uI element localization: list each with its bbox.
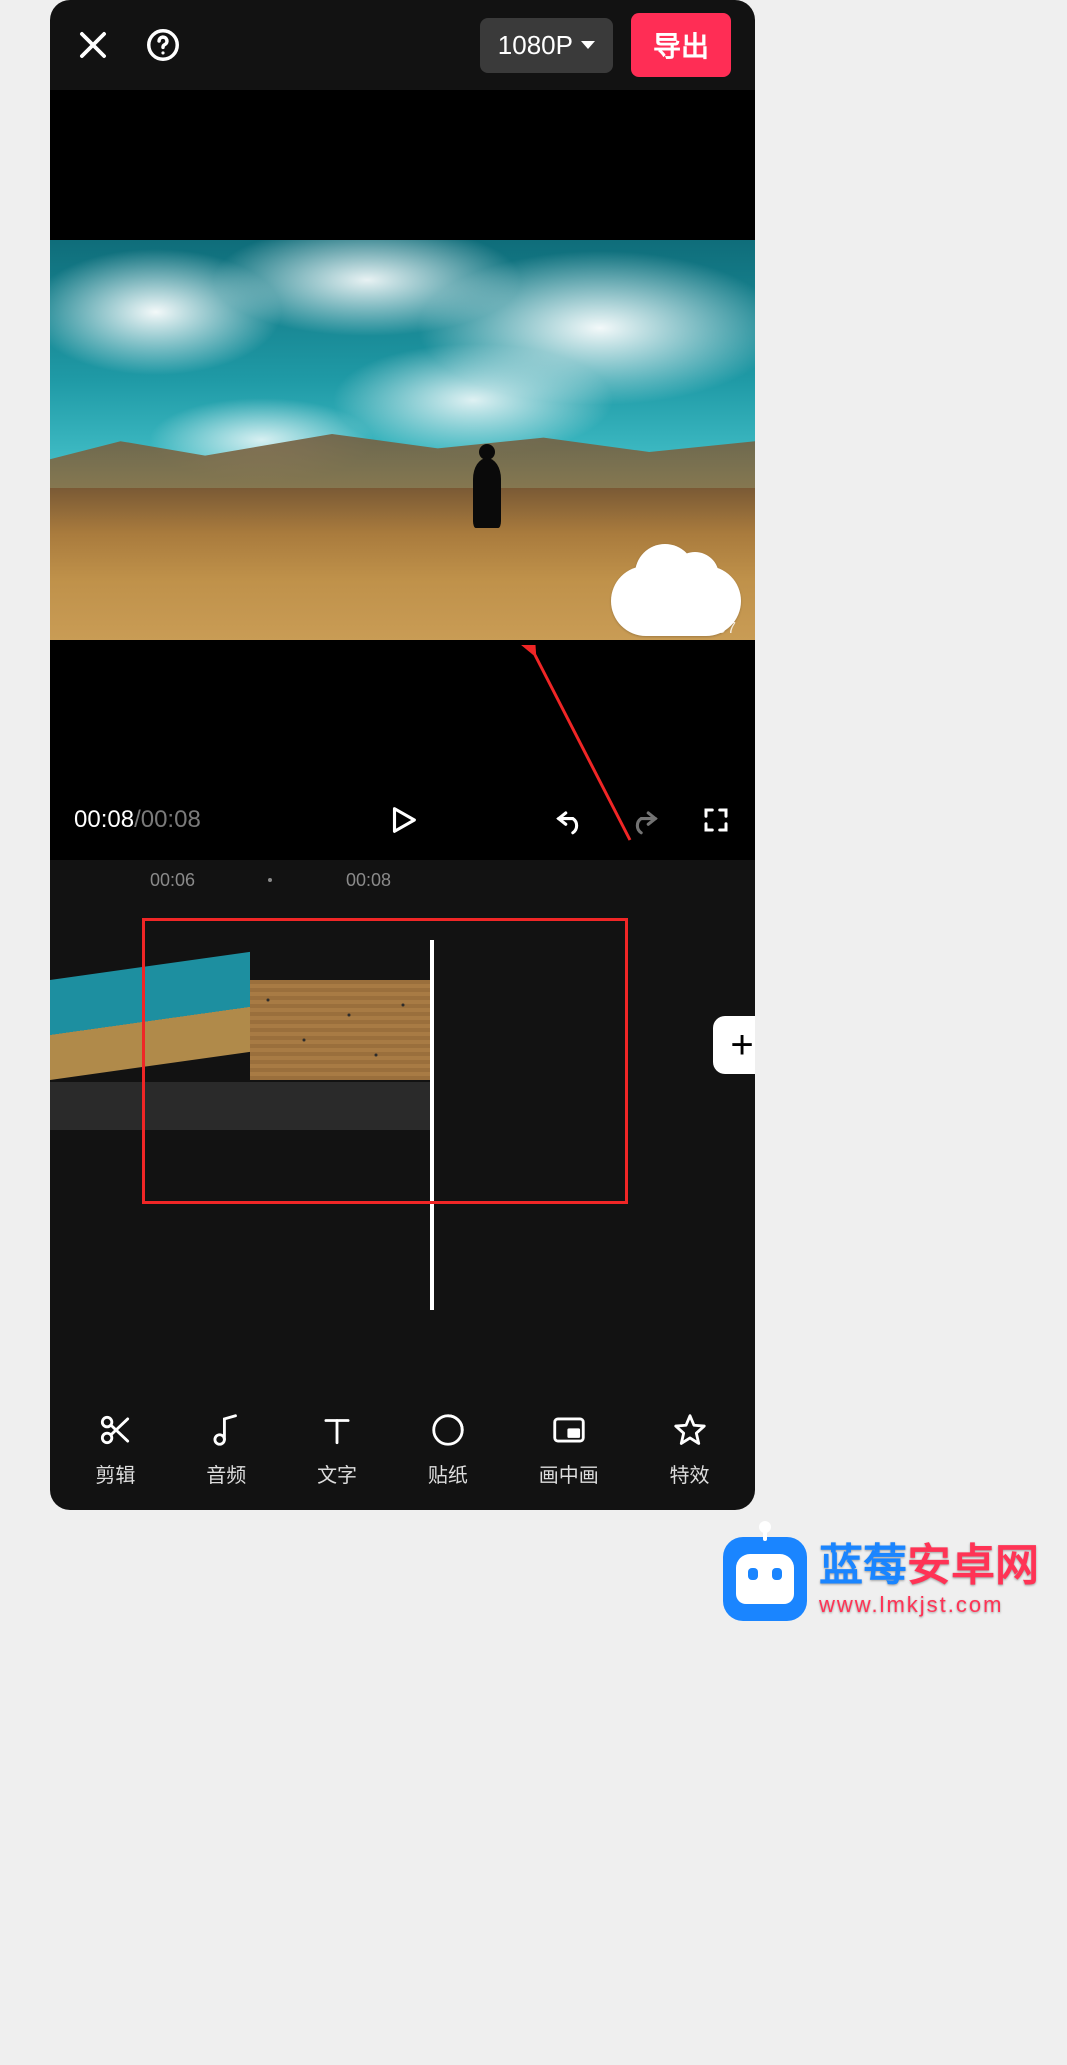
video-editor-app: 1080P 导出 vWv97 00:08 / 00:08 <box>50 0 755 1510</box>
help-icon <box>144 26 182 64</box>
bottom-toolbar: 剪辑 音频 文字 贴纸 画中画 特效 <box>50 1411 755 1496</box>
tool-audio[interactable]: 音频 <box>206 1411 246 1488</box>
tool-label: 文字 <box>317 1459 357 1488</box>
playback-controls: 00:08 / 00:08 <box>50 780 755 860</box>
header-right: 1080P 导出 <box>480 13 731 77</box>
video-clip-2[interactable] <box>250 980 430 1080</box>
total-time-label: 00:08 <box>141 806 201 834</box>
play-icon <box>386 803 420 837</box>
tool-edit[interactable]: 剪辑 <box>95 1411 135 1488</box>
resolution-button[interactable]: 1080P <box>480 18 613 73</box>
fullscreen-icon <box>701 805 731 835</box>
export-button[interactable]: 导出 <box>631 13 731 77</box>
text-icon <box>318 1411 356 1449</box>
add-clip-button[interactable]: + <box>713 1016 755 1074</box>
tool-sticker[interactable]: 贴纸 <box>428 1411 468 1488</box>
tool-label: 画中画 <box>539 1459 599 1488</box>
redo-button[interactable] <box>627 803 661 837</box>
ruler-dot <box>268 878 272 882</box>
close-icon <box>74 26 112 64</box>
preview-watermark-text: vWv97 <box>683 620 737 638</box>
plus-icon: + <box>730 1023 753 1068</box>
watermark-brand: 蓝莓安卓网 <box>819 1541 1039 1592</box>
watermark-logo-icon <box>723 1537 807 1621</box>
tool-effects[interactable]: 特效 <box>670 1411 710 1488</box>
video-preview[interactable]: vWv97 <box>50 240 755 640</box>
undo-button[interactable] <box>553 803 587 837</box>
header-bar: 1080P 导出 <box>50 0 755 90</box>
ruler-tick-1: 00:06 <box>150 870 195 891</box>
scissors-icon <box>96 1411 134 1449</box>
current-time-label: 00:08 <box>74 806 134 834</box>
time-separator: / <box>134 806 141 834</box>
play-button[interactable] <box>386 803 420 837</box>
effects-icon <box>671 1411 709 1449</box>
preview-zone: vWv97 00:08 / 00:08 <box>50 90 755 860</box>
timeline-ruler[interactable]: 00:06 00:08 <box>50 860 755 900</box>
pip-icon <box>550 1411 588 1449</box>
timeline[interactable]: + <box>50 900 755 1330</box>
video-clip-1[interactable] <box>50 952 250 1080</box>
ruler-tick-2: 00:08 <box>346 870 391 891</box>
redo-icon <box>627 803 661 837</box>
help-button[interactable] <box>144 26 182 64</box>
header-left <box>74 26 182 64</box>
preview-person <box>473 458 501 528</box>
audio-track[interactable] <box>50 1082 430 1130</box>
sticker-icon <box>429 1411 467 1449</box>
site-watermark: 蓝莓安卓网 www.lmkjst.com <box>723 1537 1039 1621</box>
tool-label: 贴纸 <box>428 1459 468 1488</box>
tool-label: 剪辑 <box>95 1459 135 1488</box>
caret-down-icon <box>581 41 595 49</box>
fullscreen-button[interactable] <box>701 805 731 835</box>
watermark-url: www.lmkjst.com <box>819 1592 1039 1617</box>
right-controls <box>553 803 731 837</box>
tool-text[interactable]: 文字 <box>317 1411 357 1488</box>
music-note-icon <box>207 1411 245 1449</box>
tool-pip[interactable]: 画中画 <box>539 1411 599 1488</box>
video-track[interactable] <box>50 980 430 1080</box>
close-button[interactable] <box>74 26 112 64</box>
undo-icon <box>553 803 587 837</box>
playhead[interactable] <box>430 940 434 1310</box>
resolution-label: 1080P <box>498 30 573 61</box>
tool-label: 音频 <box>206 1459 246 1488</box>
tool-label: 特效 <box>670 1459 710 1488</box>
